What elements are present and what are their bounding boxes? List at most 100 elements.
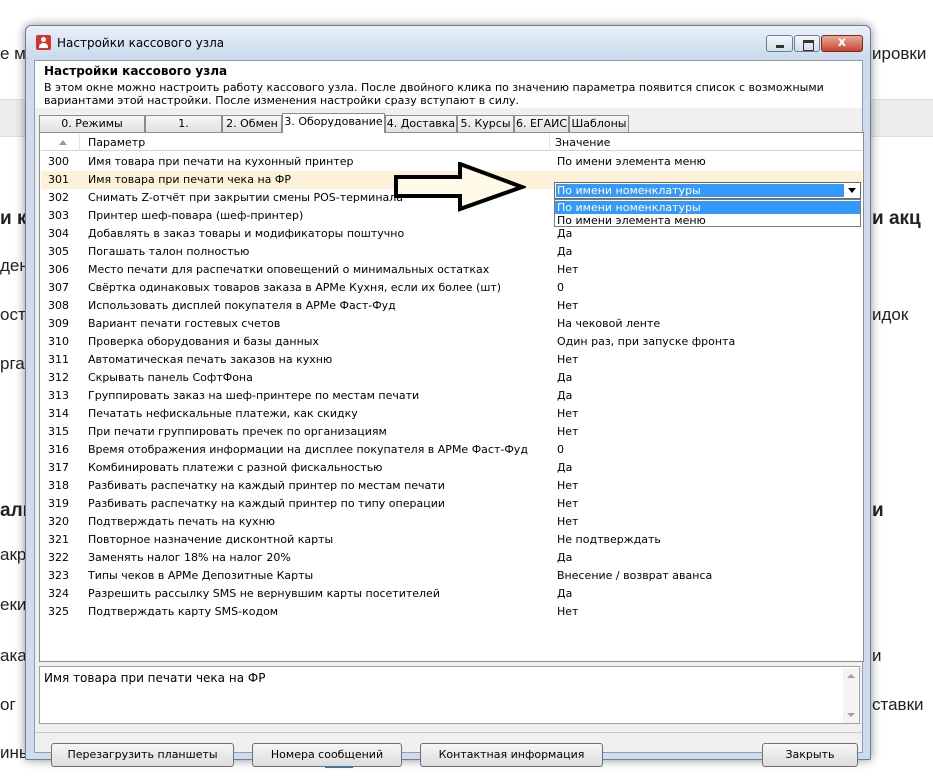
table-row[interactable]: 307 Свёртка одинаковых товаров заказа в А… xyxy=(41,279,862,297)
row-value[interactable]: Нет xyxy=(557,479,578,492)
table-row[interactable]: 314 Печатать нефискальные платежи, как ск… xyxy=(41,405,862,423)
column-header-parameter[interactable]: Параметр xyxy=(88,136,145,149)
row-number: 315 xyxy=(48,425,69,438)
bg-text-right-3: идок xyxy=(872,305,909,324)
tab-equipment[interactable]: 3. Оборудование xyxy=(282,113,385,133)
row-parameter: Автоматическая печать заказов на кухню xyxy=(88,353,333,366)
row-value[interactable]: На чековой ленте xyxy=(557,317,660,330)
row-number: 316 xyxy=(48,443,69,456)
row-value[interactable]: Да xyxy=(557,587,572,600)
maximize-button[interactable] xyxy=(794,35,820,52)
row-value[interactable]: Нет xyxy=(557,263,578,276)
row-parameter: Добавлять в заказ товары и модификаторы … xyxy=(88,227,405,240)
table-row[interactable]: 304 Добавлять в заказ товары и модификато… xyxy=(41,225,862,243)
tab-exchange[interactable]: 2. Обмен xyxy=(222,115,282,132)
row-number: 317 xyxy=(48,461,69,474)
row-parameter: Повторное назначение дисконтной карты xyxy=(88,533,334,546)
row-value[interactable]: Один раз, при запуске фронта xyxy=(557,335,735,348)
row-value[interactable]: Нет xyxy=(557,353,578,366)
table-row[interactable]: 319 Разбивать распечатку на каждый принте… xyxy=(41,495,862,513)
row-number: 325 xyxy=(48,605,69,618)
row-value[interactable]: Нет xyxy=(557,299,578,312)
row-value[interactable]: Внесение / возврат аванса xyxy=(557,569,712,582)
row-number: 313 xyxy=(48,389,69,402)
table-row[interactable]: 317 Комбинировать платежи с разной фискал… xyxy=(41,459,862,477)
table-row[interactable]: 310 Проверка оборудования и базы данных Од… xyxy=(41,333,862,351)
message-numbers-button[interactable]: Номера сообщений xyxy=(252,743,402,767)
table-row[interactable]: 306 Место печати для распечатки оповещени… xyxy=(41,261,862,279)
row-value[interactable]: Нет xyxy=(557,605,578,618)
contact-info-button[interactable]: Контактная информация xyxy=(420,743,603,767)
table-row[interactable]: 312 Скрывать панель СофтФона Да xyxy=(41,369,862,387)
minimize-button[interactable] xyxy=(766,35,793,52)
row-parameter: Проверка оборудования и базы данных xyxy=(88,335,319,348)
row-number: 305 xyxy=(48,245,69,258)
row-number: 324 xyxy=(48,587,69,600)
row-parameter: Разбивать распечатку на каждый принтер п… xyxy=(88,497,445,510)
table-row[interactable]: 313 Группировать заказ на шеф-принтере по… xyxy=(41,387,862,405)
table-row[interactable]: 321 Повторное назначение дисконтной карты… xyxy=(41,531,862,549)
table-row[interactable]: 309 Вариант печати гостевых счетов На чеко… xyxy=(41,315,862,333)
row-number: 303 xyxy=(48,209,69,222)
tab-templates[interactable]: Шаблоны xyxy=(569,115,629,132)
row-number: 322 xyxy=(48,551,69,564)
row-value[interactable]: Нет xyxy=(557,425,578,438)
table-row[interactable]: 316 Время отображения информации на диспл… xyxy=(41,441,862,459)
row-value[interactable]: 0 xyxy=(557,281,564,294)
row-parameter: Имя товара при печати чека на ФР xyxy=(88,173,291,186)
close-window-button[interactable]: x xyxy=(821,35,863,52)
tab-modes[interactable]: 0. Режимы работы xyxy=(39,115,145,146)
header-title: Настройки кассового узла xyxy=(44,64,228,78)
row-number: 300 xyxy=(48,155,69,168)
tab-rates[interactable]: 5. Курсы xyxy=(457,115,514,132)
reload-tablets-button[interactable]: Перезагрузить планшеты xyxy=(51,743,234,767)
tab-interface[interactable]: 1. Интерфейс xyxy=(145,115,222,146)
row-number: 311 xyxy=(48,353,69,366)
row-value[interactable]: Да xyxy=(557,551,572,564)
table-row[interactable]: 311 Автоматическая печать заказов на кухн… xyxy=(41,351,862,369)
row-value[interactable]: Нет xyxy=(557,407,578,420)
close-button[interactable]: Закрыть xyxy=(762,743,858,767)
row-number: 314 xyxy=(48,407,69,420)
table-row[interactable]: 323 Типы чеков в АРМе Депозитные Карты Вне… xyxy=(41,567,862,585)
header-description: В этом окне можно настроить работу кассо… xyxy=(44,81,824,107)
description-box: Имя товара при печати чека на ФР xyxy=(39,666,860,724)
table-row[interactable]: 320 Подтверждать печать на кухню Нет xyxy=(41,513,862,531)
row-value[interactable]: По имени элемента меню xyxy=(557,155,706,168)
tab-delivery[interactable]: 4. Доставка xyxy=(385,115,457,132)
row-value[interactable]: Да xyxy=(557,389,572,402)
table-row[interactable]: 318 Разбивать распечатку на каждый принте… xyxy=(41,477,862,495)
column-header-value[interactable]: Значение xyxy=(555,136,610,149)
bg-text-right-4: и xyxy=(872,500,884,521)
row-value[interactable]: Да xyxy=(557,461,572,474)
bg-text-left-8: еки xyxy=(0,595,27,614)
row-parameter: Свёртка одинаковых товаров заказа в АРМе… xyxy=(88,281,502,294)
row-parameter: Снимать Z-отчёт при закрытии смены POS-т… xyxy=(88,191,404,204)
table-row[interactable]: 324 Разрешить рассылку SMS не вернувшим к… xyxy=(41,585,862,603)
bg-text-right-5: и xyxy=(872,646,882,665)
table-row[interactable]: 325 Подтверждать карту SMS-кодом Нет xyxy=(41,603,862,621)
row-value[interactable]: Нет xyxy=(557,497,578,510)
table-row[interactable]: 305 Погашать талон полностью Да xyxy=(41,243,862,261)
description-scrollbar[interactable] xyxy=(843,668,858,723)
row-value[interactable]: Да xyxy=(557,227,572,240)
value-combobox[interactable]: По имени номенклатуры xyxy=(554,182,861,199)
table-row[interactable]: 315 При печати группировать пречек по орг… xyxy=(41,423,862,441)
scroll-down-icon[interactable] xyxy=(847,713,855,717)
row-value[interactable]: Не подтверждать xyxy=(557,533,661,546)
dropdown-option[interactable]: По имени номенклатуры xyxy=(555,201,860,214)
chevron-down-icon[interactable] xyxy=(848,188,856,193)
row-parameter: Подтверждать печать на кухню xyxy=(88,515,276,528)
row-value[interactable]: Да xyxy=(557,245,572,258)
title-bar[interactable]: Настройки кассового узла x xyxy=(26,26,870,60)
sort-ascending-icon[interactable] xyxy=(59,140,67,145)
table-row[interactable]: 308 Использовать дисплей покупателя в АРМ… xyxy=(41,297,862,315)
button-divider xyxy=(35,732,862,733)
row-value[interactable]: Нет xyxy=(557,515,578,528)
table-row[interactable]: 322 Заменять налог 18% на налог 20% Да xyxy=(41,549,862,567)
row-value[interactable]: 0 xyxy=(557,443,564,456)
row-value[interactable]: Да xyxy=(557,371,572,384)
dropdown-option[interactable]: По имени элемента меню xyxy=(555,214,860,227)
scroll-up-icon[interactable] xyxy=(847,674,855,678)
tab-egais[interactable]: 6. ЕГАИС xyxy=(514,115,569,132)
